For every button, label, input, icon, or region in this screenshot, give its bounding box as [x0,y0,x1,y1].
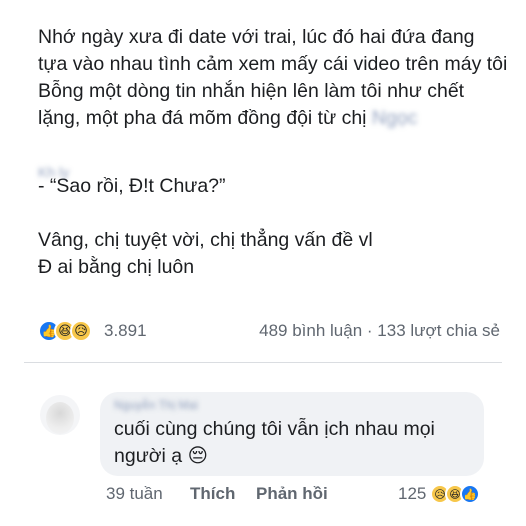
commenter-name[interactable]: Nguyễn Thị Mai [114,398,244,412]
post-quote: - “Sao rồi, Đ!t Chưa?” [38,175,226,197]
blurred-mention: Kh ly [38,164,70,180]
post-line-1: Vâng, chị tuyệt vời, chị thẳng vấn đề vl [38,229,373,251]
reaction-count[interactable]: 3.891 [104,321,147,341]
pensive-emoji-icon: 😔 [187,445,208,467]
comment-reaction-icons[interactable]: 😥 😆 👍 [430,484,480,504]
post-paragraph-1: Nhớ ngày xưa đi date với trai, lúc đó ha… [38,26,508,75]
comment-reaction-count[interactable]: 125 [398,484,426,504]
post-paragraph-2: Bỗng một dòng tin nhắn hiện lên làm tôi … [38,80,465,129]
post-line-2: Đ ai bằng chị luôn [38,256,195,278]
reply-button[interactable]: Phản hồi [256,484,328,504]
like-icon: 👍 [460,484,480,504]
reaction-icons[interactable]: 👍 😆 😥 [38,320,92,342]
share-count[interactable]: 133 lượt chia sẻ [377,321,500,340]
sad-icon: 😥 [70,320,92,342]
comment-count[interactable]: 489 bình luận [259,321,362,340]
avatar-image [46,402,74,434]
post-text: Nhớ ngày xưa đi date với trai, lúc đó ha… [38,24,508,281]
reactions-bar: 👍 😆 😥 3.891 489 bình luận · 133 lượt chi… [38,318,500,342]
divider [24,362,502,363]
comment-time[interactable]: 39 tuần [106,484,163,504]
stats-separator: · [366,321,373,340]
blurred-name: Ngọc [371,107,418,129]
post-stats: 489 bình luận · 133 lượt chia sẻ [259,321,500,341]
comment-text: cuối cùng chúng tôi vẫn ịch nhau mọi ngư… [114,418,435,467]
comment-bubble: Nguyễn Thị Mai cuối cùng chúng tôi vẫn ị… [100,392,484,476]
like-button[interactable]: Thích [190,484,235,504]
